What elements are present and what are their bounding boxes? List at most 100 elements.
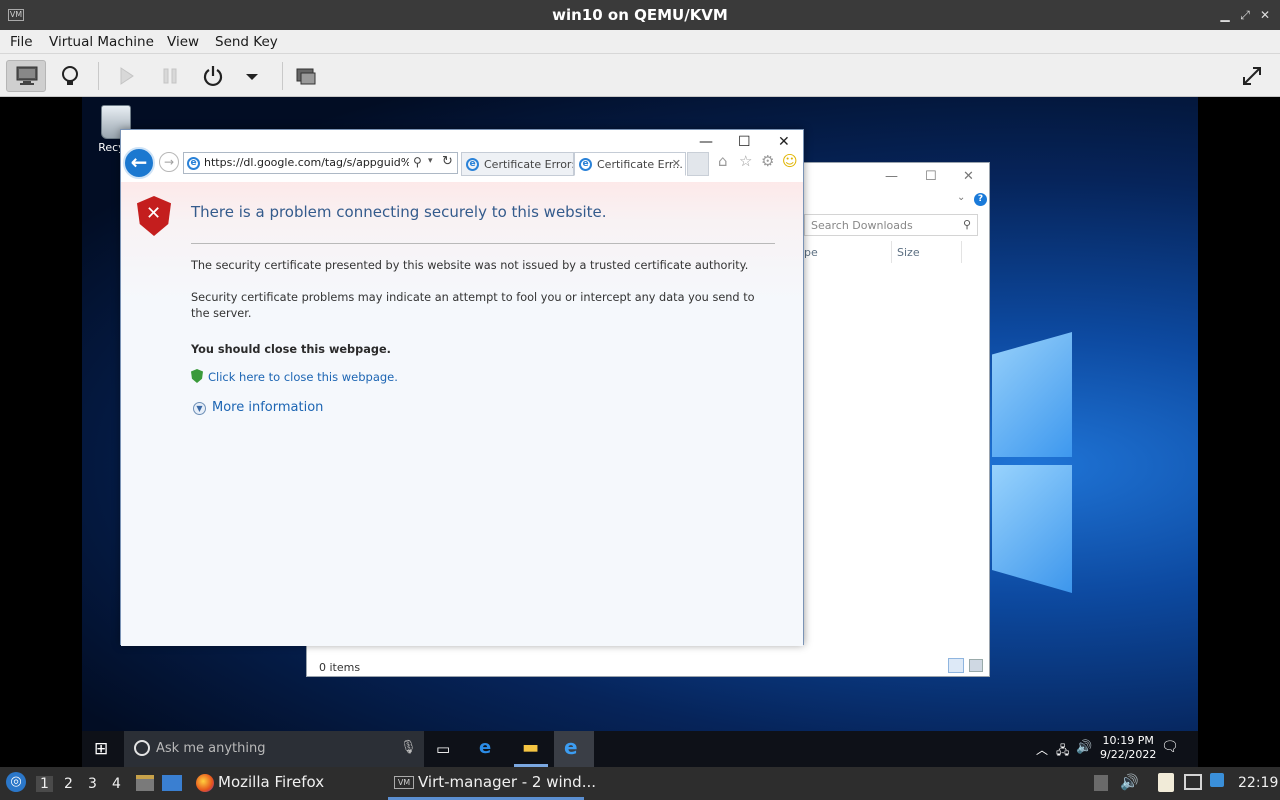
explorer-maximize-icon[interactable]: ☐ <box>925 169 937 184</box>
address-bar[interactable]: e https://dl.google.com/tag/s/appguid%3D… <box>183 152 458 174</box>
ie-minimize-icon[interactable]: — <box>699 134 713 150</box>
pause-icon <box>163 68 177 84</box>
expand-chevron-icon[interactable]: ▼ <box>193 402 206 415</box>
ie-page-icon: e <box>187 157 200 170</box>
help-icon[interactable]: ? <box>974 193 987 206</box>
favorites-star-icon[interactable]: ☆ <box>739 152 752 170</box>
details-view-icon[interactable] <box>948 658 964 673</box>
volume-icon[interactable]: 🔊 <box>1120 773 1139 791</box>
close-webpage-link-row[interactable]: Click here to close this webpage. <box>191 369 398 384</box>
power-button[interactable] <box>193 60 233 92</box>
edge-icon[interactable]: e <box>479 737 491 758</box>
settings-gear-icon[interactable]: ⚙ <box>761 152 774 170</box>
internet-explorer-icon[interactable]: e <box>564 735 578 759</box>
workspace-3[interactable]: 3 <box>88 776 97 792</box>
back-button[interactable]: ← <box>123 147 155 179</box>
monitor-tray-icon[interactable] <box>1184 774 1202 790</box>
windows-taskbar: ⊞ Ask me anything 🎙 ▭ e ▬ e ︿ 🖧 🔊 10:19 … <box>82 731 1198 767</box>
menu-view[interactable]: View <box>167 34 199 50</box>
close-webpage-link[interactable]: Click here to close this webpage. <box>208 370 398 384</box>
address-url[interactable]: https://dl.google.com/tag/s/appguid%3D%7 <box>204 156 409 169</box>
console-button[interactable] <box>6 60 46 92</box>
vm-display[interactable]: Recycl — ☐ ✕ ⌄ ? Search Downloads ⚲ pe S… <box>0 97 1280 767</box>
home-icon[interactable]: ⌂ <box>718 152 728 170</box>
chevron-down-icon[interactable]: ⌄ <box>957 192 965 203</box>
dropdown-arrow-icon[interactable]: ▾ <box>428 156 433 166</box>
windows-start-icon[interactable]: ⊞ <box>94 739 108 759</box>
microphone-icon[interactable]: 🎙 <box>400 740 417 755</box>
more-information-label[interactable]: More information <box>212 400 323 415</box>
fullscreen-button[interactable] <box>1232 60 1272 92</box>
tab-certificate-error-1[interactable]: e Certificate Error: ... <box>461 152 574 176</box>
error-description: The security certificate presented by th… <box>191 259 749 272</box>
window-title: win10 on QEMU/KVM <box>552 6 728 24</box>
search-icon[interactable]: ⚲ <box>413 155 422 169</box>
task-firefox[interactable]: Mozilla Firefox <box>218 773 324 791</box>
run-button[interactable] <box>106 60 146 92</box>
host-clock[interactable]: 22:19 <box>1238 775 1278 791</box>
menu-virtual-machine[interactable]: Virtual Machine <box>49 34 154 50</box>
ie-maximize-icon[interactable]: ☐ <box>738 134 751 150</box>
minimize-icon[interactable]: ▁ <box>1218 8 1232 22</box>
pause-button[interactable] <box>150 60 190 92</box>
internet-explorer-window[interactable]: — ☐ ✕ ← → e https://dl.google.com/tag/s/… <box>120 129 804 646</box>
close-icon[interactable]: ✕ <box>1258 8 1272 22</box>
large-icons-view-icon[interactable] <box>969 659 983 672</box>
clipboard-icon[interactable] <box>1158 773 1174 792</box>
item-count-status: 0 items <box>319 661 361 674</box>
workspace-1[interactable]: 1 <box>36 776 53 792</box>
eject-icon[interactable] <box>1094 775 1108 791</box>
refresh-icon[interactable]: ↻ <box>442 154 453 169</box>
details-button[interactable] <box>50 60 90 92</box>
toolbar <box>0 54 1280 97</box>
menubar: File Virtual Machine View Send Key <box>0 30 1280 54</box>
forward-button[interactable]: → <box>159 152 179 172</box>
more-information-toggle[interactable]: ▼ More information <box>193 400 323 415</box>
maximize-icon[interactable]: ⤢ <box>1238 8 1252 22</box>
menu-send-key[interactable]: Send Key <box>215 34 278 50</box>
tab-certificate-error-2[interactable]: e Certificate Err... ✕ <box>574 152 686 176</box>
ie-close-icon[interactable]: ✕ <box>778 134 790 150</box>
updates-icon[interactable] <box>1210 773 1224 787</box>
ie-topbar: — ☐ ✕ ← → e https://dl.google.com/tag/s/… <box>121 130 803 182</box>
workspace-2[interactable]: 2 <box>64 776 73 792</box>
guest-clock[interactable]: 10:19 PM 9/22/2022 <box>1100 734 1156 762</box>
screenshot-icon <box>296 68 316 85</box>
snapshot-button[interactable] <box>286 60 326 92</box>
task-view-icon[interactable]: ▭ <box>436 740 450 758</box>
play-icon <box>120 67 134 85</box>
explorer-close-icon[interactable]: ✕ <box>963 169 974 184</box>
app-menu-icon[interactable]: ◎ <box>6 772 26 792</box>
windows-logo-pane <box>992 332 1072 457</box>
search-downloads-input[interactable]: Search Downloads ⚲ <box>804 214 978 236</box>
tray-chevron-up-icon[interactable]: ︿ <box>1036 741 1048 758</box>
new-tab-button[interactable] <box>687 152 709 176</box>
desktop-launcher-icon[interactable] <box>162 775 182 791</box>
host-panel: ◎ 1 2 3 4 Mozilla Firefox VM Virt-manage… <box>0 767 1280 800</box>
guest-desktop[interactable]: Recycl — ☐ ✕ ⌄ ? Search Downloads ⚲ pe S… <box>82 97 1198 767</box>
search-icon: ⚲ <box>962 218 971 231</box>
divider <box>191 243 775 244</box>
explorer-minimize-icon[interactable]: — <box>885 169 898 184</box>
workspace-4[interactable]: 4 <box>112 776 121 792</box>
volume-icon[interactable]: 🔊 <box>1076 740 1092 755</box>
network-icon[interactable]: 🖧 <box>1056 741 1069 762</box>
feedback-smiley-icon[interactable]: ☺ <box>782 152 798 170</box>
power-icon <box>203 66 223 87</box>
error-warning: Security certificate problems may indica… <box>191 291 755 320</box>
power-menu-button[interactable] <box>232 60 272 92</box>
monitor-icon <box>16 66 38 85</box>
notifications-icon[interactable]: 🗨 <box>1161 739 1179 755</box>
cortana-search-box[interactable]: Ask me anything 🎙 <box>124 731 424 767</box>
host-titlebar: VM win10 on QEMU/KVM ▁ ⤢ ✕ <box>0 0 1280 30</box>
column-size-header[interactable]: Size <box>897 246 920 259</box>
lightbulb-icon <box>62 66 78 85</box>
tab-close-icon[interactable]: ✕ <box>672 157 681 170</box>
ie-tab-icon: e <box>466 158 479 171</box>
task-virt-manager[interactable]: Virt-manager - 2 wind... <box>418 773 596 791</box>
cortana-circle-icon <box>134 740 150 756</box>
column-type-header[interactable]: pe <box>804 246 818 259</box>
file-manager-launcher-icon[interactable] <box>136 775 154 791</box>
menu-file[interactable]: File <box>10 34 33 50</box>
file-explorer-icon[interactable]: ▬ <box>522 737 539 758</box>
